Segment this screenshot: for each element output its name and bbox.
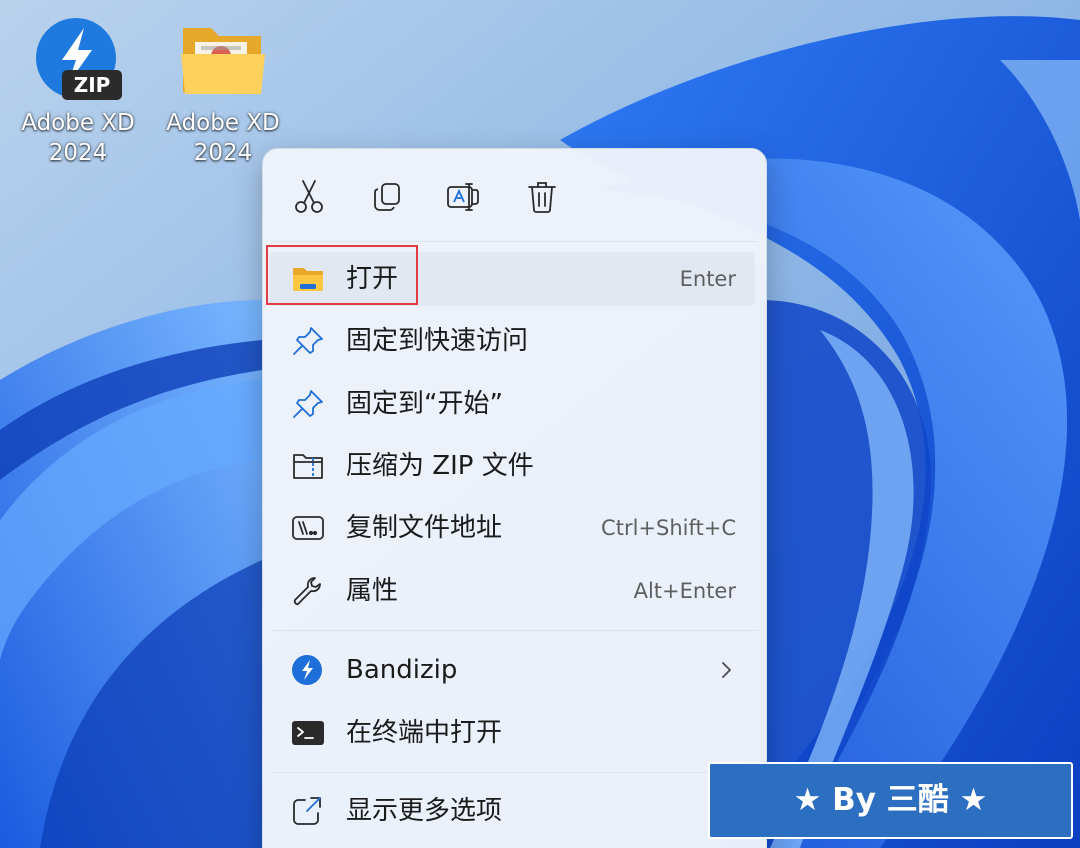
menu-separator [271,630,758,631]
pin-icon [293,390,323,418]
menu-separator [271,241,758,242]
copy-icon [374,183,400,211]
menu-item-properties[interactable]: 属性 Alt+Enter [269,564,755,618]
menu-item-label: 固定到快速访问 [346,326,529,356]
menu-item-open-terminal[interactable]: 在终端中打开 [269,706,755,760]
menu-item-label: 在终端中打开 [346,718,503,748]
menu-item-label: 压缩为 ZIP 文件 [346,451,534,481]
desktop-icon-label: Adobe XD 2024 [21,110,135,166]
menu-item-copy-path[interactable]: 复制文件地址 Ctrl+Shift+C [269,501,755,555]
annotation-highlight-box [266,245,418,305]
menu-item-compress-zip[interactable]: 压缩为 ZIP 文件 [269,439,755,493]
menu-separator [271,772,758,773]
menu-item-pin-quick-access[interactable]: 固定到快速访问 [269,314,755,368]
menu-item-shortcut: Ctrl+Shift+C [601,516,736,540]
pin-icon [293,327,323,355]
cut-button[interactable] [287,175,331,219]
scissors-icon [295,180,323,213]
menu-item-shortcut: Alt+Enter [633,579,736,603]
desktop-icon-zip-archive[interactable]: ZIP Adobe XD 2024 [8,14,148,168]
folder-icon [181,28,265,94]
menu-item-label: Bandizip [346,655,458,685]
zip-folder-icon [293,454,323,479]
wrench-icon [293,577,321,606]
terminal-icon [292,721,324,745]
trash-icon [528,182,556,213]
external-link-icon [293,797,321,825]
menu-item-shortcut: Enter [679,267,736,291]
rename-icon [447,183,479,211]
zip-icon-text: ZIP [74,73,111,97]
menu-item-bandizip[interactable]: Bandizip [269,643,755,697]
delete-button[interactable] [520,175,564,219]
copy-button[interactable] [365,175,409,219]
bandizip-icon [292,655,322,685]
menu-item-label: 固定到“开始” [346,389,503,419]
menu-item-label: 属性 [346,576,399,606]
menu-item-label: 复制文件地址 [346,513,503,543]
rename-button[interactable] [441,175,485,219]
bandizip-zip-icon: ZIP [36,18,122,100]
desktop-icon-folder[interactable]: Adobe XD 2024 [153,14,293,168]
watermark-badge: ★ By 三酷 ★ [708,762,1073,839]
copy-path-icon [292,516,324,540]
chevron-right-icon [722,662,731,678]
context-menu-toolbar [263,149,766,241]
menu-item-pin-start[interactable]: 固定到“开始” [269,377,755,431]
menu-item-label: 显示更多选项 [346,796,503,826]
menu-item-show-more-options[interactable]: 显示更多选项 [269,784,755,838]
